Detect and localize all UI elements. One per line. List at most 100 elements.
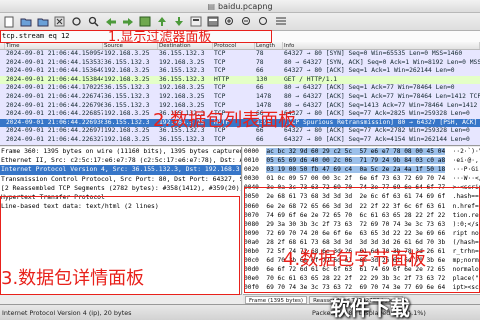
packet-cell-source: 192.168.3.25 xyxy=(104,75,150,83)
packet-cell-time: 2024-09-01 21:06:44.153649 xyxy=(6,67,103,75)
zoom-out-icon[interactable] xyxy=(240,15,253,28)
column-header-length[interactable]: Length xyxy=(255,42,283,49)
packet-cell-time: 2024-09-01 21:06:44.226930 xyxy=(6,118,103,126)
packet-cell-info: 80 → 64327 [SYN, ACK] Seq=0 Ack=1 Win=81… xyxy=(284,58,480,66)
packet-cell-time: 2024-09-01 21:06:44.150954 xyxy=(6,50,103,57)
column-header-info[interactable]: Info xyxy=(283,42,480,49)
hex-ascii: ···W··</ noscript xyxy=(452,175,480,183)
packet-row[interactable]: 2024-09-01 21:06:44.150954 192.168.3.25 36… xyxy=(0,50,480,59)
packet-cell-destination: 192.168.3.25 xyxy=(159,84,205,92)
packet-cell-source: 192.168.3.25 xyxy=(104,127,150,135)
packet-cell-info: 64327 → 80 [ACK] Seq=77 Ack=4154 Win=262… xyxy=(284,135,470,143)
wireshark-window: ▤ baidu.pcapng Time Source Destination P… xyxy=(0,0,480,320)
packet-cell-info: 64327 → 80 [SYN] Seq=0 Win=65535 Len=0 M… xyxy=(284,50,463,57)
detail-tree-item[interactable]: [2 Reassembled TCP Segments (2782 bytes)… xyxy=(0,184,241,193)
packet-cell-destination: 36.155.132.3 xyxy=(159,50,205,57)
packet-row[interactable]: 2024-09-01 21:06:44.153533 36.155.132.3 19… xyxy=(0,58,480,68)
packet-row[interactable]: 2024-09-01 21:06:44.226327 192.168.3.25 36… xyxy=(0,135,480,145)
packet-cell-info: 64327 → 80 [ACK] Seq=77 Ack=2782 Win=259… xyxy=(284,127,470,135)
packet-cell-time: 2024-09-01 21:06:44.226971 xyxy=(6,127,103,135)
packet-cell-time: 2024-09-01 21:06:44.153533 xyxy=(6,58,103,66)
detail-tree-item[interactable]: Transmission Control Protocol, Src Port:… xyxy=(0,175,241,184)
packet-cell-source: 192.168.3.25 xyxy=(104,135,150,143)
packet-list-header: Time Source Destination Protocol Length … xyxy=(0,42,480,50)
annotation-detail-pane: 3.数据包详情面板 xyxy=(1,268,145,289)
packet-cell-protocol: TCP xyxy=(214,67,226,75)
column-header-time[interactable]: Time xyxy=(5,42,103,49)
bytes-highlight-box xyxy=(244,187,480,293)
hex-offset: 0030 xyxy=(244,175,259,183)
packet-cell-length: 78 xyxy=(256,50,264,57)
packet-cell-source: 36.155.132.3 xyxy=(104,84,150,92)
packet-cell-time: 2024-09-01 21:06:44.230482 xyxy=(5,145,103,146)
packet-cell-length: 66 xyxy=(256,84,264,92)
packet-cell-destination: 36.155.132.3 xyxy=(159,75,205,83)
packet-cell-time: 2024-09-01 21:06:44.226747 xyxy=(6,92,103,100)
detail-pane-footer xyxy=(0,294,242,304)
packet-cell-destination: 36.155.132.3 xyxy=(159,67,205,75)
zoom-in-icon[interactable] xyxy=(223,15,236,28)
packet-cell-length: 130 xyxy=(256,75,268,83)
close-file-icon[interactable] xyxy=(53,15,66,28)
packet-cell-info: 80 → 64327 [ACK] Seq=1 Ack=77 Win=78464 … xyxy=(284,92,480,100)
document-icon: ▤ xyxy=(207,1,216,11)
packet-cell-destination: 36.155.132.3 xyxy=(159,135,205,143)
packet-cell-time: 2024-09-01 21:06:44.153844 xyxy=(6,75,103,83)
hex-bytes: 05 65 69 d6 40 00 2c 06 71 79 24 9b 84 0… xyxy=(266,157,446,165)
tab-frame[interactable]: Frame (1395 bytes) xyxy=(245,295,308,304)
hex-bytes: ac bc 32 9d 60 29 c2 5c 57 e6 e7 78 08 0… xyxy=(266,148,446,155)
watermark-brand: 软件下载 xyxy=(330,296,410,320)
packet-cell-info: GET / HTTP/1.1 xyxy=(284,75,338,83)
packet-row[interactable]: 2024-09-01 21:06:44.170225 36.155.132.3 19… xyxy=(0,84,480,93)
detail-tree-item[interactable]: Ethernet II, Src: c2:5c:17:e6:e7:78 (c2:… xyxy=(0,156,241,165)
packet-cell-length: 66 xyxy=(255,145,283,146)
packet-row[interactable]: 2024-09-01 21:06:44.226747 36.155.132.3 19… xyxy=(0,92,480,102)
packet-cell-source: 36.155.132.3 xyxy=(104,118,150,126)
annotation-filter-pane: 1.显示过滤器面板 xyxy=(108,30,212,45)
packet-row[interactable]: 2024-09-01 21:06:44.153844 192.168.3.25 36… xyxy=(0,75,480,85)
annotation-bytes-pane: 4.数据包字节面板 xyxy=(283,249,427,270)
packet-cell-info: 64327 → 80 [ACK] Seq=1 Ack=1 Win=262144 … xyxy=(284,67,455,75)
search-icon[interactable] xyxy=(87,15,100,28)
hex-offset: 0010 xyxy=(244,157,259,165)
packet-cell-info: 64327 → 80 [FIN, ACK] Seq=77 Ack=4154 Wi… xyxy=(283,145,480,146)
hex-dump-line[interactable]: 0030 01 0c 09 57 00 00 3c 2f 6e 6f 73 63… xyxy=(243,174,480,183)
packet-cell-protocol: TCP xyxy=(214,92,226,100)
hex-offset: 0000 xyxy=(244,148,259,155)
packet-cell-source: 192.168.3.25 xyxy=(104,50,150,57)
resize-columns-icon[interactable] xyxy=(274,15,287,28)
packet-cell-source: 36.155.132.3 xyxy=(104,92,150,100)
packet-cell-time: 2024-09-01 21:06:44.226857 xyxy=(6,110,103,118)
window-title: baidu.pcapng xyxy=(218,1,273,11)
file-icon[interactable] xyxy=(2,15,15,28)
hex-ascii: ·ei·@·,· qy$····· xyxy=(452,157,480,165)
save-icon[interactable] xyxy=(36,15,49,28)
packet-cell-time: 2024-09-01 21:06:44.226796 xyxy=(6,101,103,109)
detail-tree-item[interactable]: Internet Protocol Version 4, Src: 36.155… xyxy=(0,165,241,175)
annotation-list-pane: 2.数据包列表面板 xyxy=(153,110,297,131)
column-header-protocol[interactable]: Protocol xyxy=(213,42,255,49)
packet-cell-source: 192.168.3.25 xyxy=(103,145,158,146)
packet-cell-length: 66 xyxy=(256,135,264,143)
hex-dump-line[interactable]: 0000 ac bc 32 9d 60 29 c2 5c 57 e6 e7 78… xyxy=(243,147,480,156)
packet-cell-protocol: TCP xyxy=(214,58,226,66)
open-icon[interactable] xyxy=(19,15,32,28)
hex-offset: 0020 xyxy=(244,166,259,174)
packet-row[interactable]: 2024-09-01 21:06:44.153649 192.168.3.25 36… xyxy=(0,67,480,76)
packet-cell-destination: 36.155.132.3 xyxy=(158,145,213,146)
status-field-info: Internet Protocol Version 4 (ip), 20 byt… xyxy=(2,308,132,317)
hex-bytes: 01 0c 09 57 00 00 3c 2f 6e 6f 73 63 72 6… xyxy=(266,175,446,183)
hex-dump-line[interactable]: 0010 05 65 69 d6 40 00 2c 06 71 79 24 9b… xyxy=(243,156,480,165)
detail-tree-item[interactable]: Frame 360: 1395 bytes on wire (11160 bit… xyxy=(0,147,241,156)
packet-cell-info: 80 → 64327 [ACK] Seq=1 Ack=77 Win=78464 … xyxy=(284,84,455,92)
packet-cell-protocol: TCP xyxy=(213,145,255,146)
hex-ascii: ···P·Gi· ·\.*J·P· xyxy=(452,166,480,174)
hex-dump-line[interactable]: 0020 03 19 00 50 fb 47 69 c4 0a 5c 2e 2a… xyxy=(243,165,480,174)
packet-cell-protocol: TCP xyxy=(214,135,226,143)
zoom-reset-icon[interactable] xyxy=(257,15,270,28)
packet-cell-info: 80 → 64327 [ACK] Seq=1413 Ack=77 Win=784… xyxy=(284,101,478,109)
packet-cell-length: 78 xyxy=(256,58,264,66)
packet-row[interactable]: 2024-09-01 21:06:44.230482192.168.3.2536… xyxy=(0,144,480,146)
packet-cell-source: 36.155.132.3 xyxy=(104,101,150,109)
reload-icon[interactable] xyxy=(70,15,83,28)
